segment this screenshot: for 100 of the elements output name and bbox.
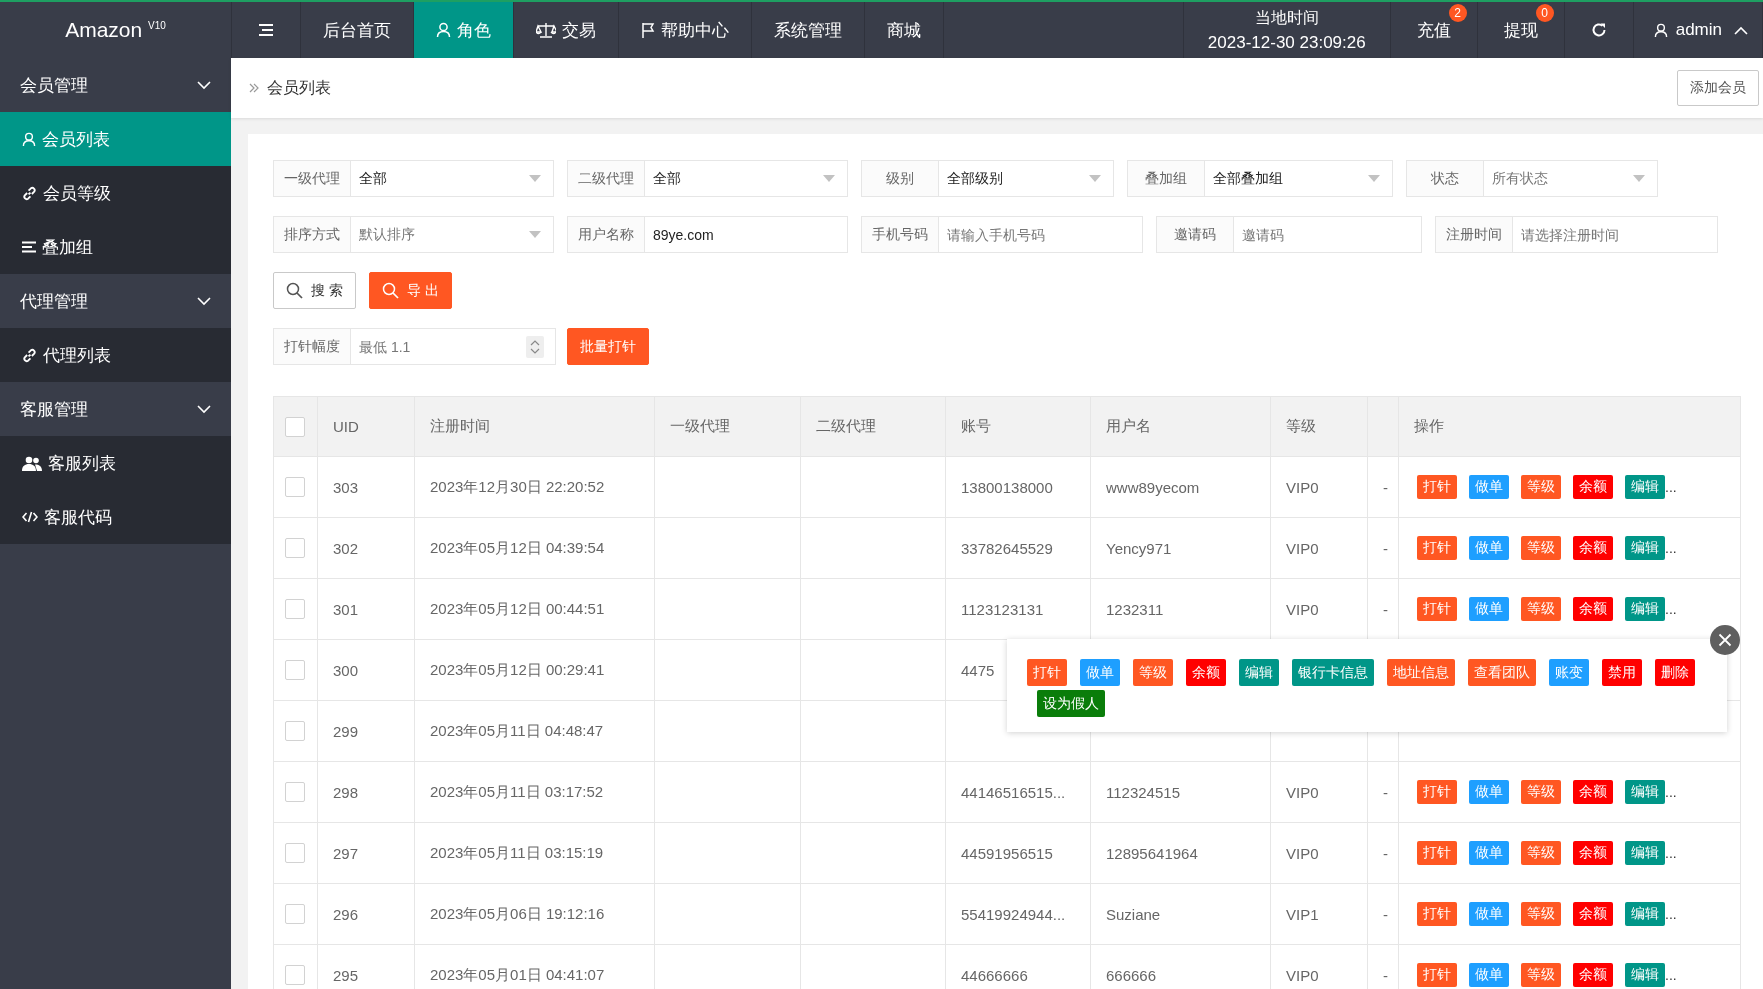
- action-button[interactable]: 设为假人: [1037, 690, 1105, 717]
- action-button[interactable]: 做单: [1469, 475, 1509, 499]
- input-field[interactable]: 89ye.com: [645, 216, 848, 253]
- action-button[interactable]: 余额: [1573, 841, 1613, 865]
- action-button[interactable]: 打针: [1417, 597, 1457, 621]
- action-button[interactable]: 打针: [1417, 780, 1457, 804]
- more-link[interactable]: ...: [1665, 784, 1677, 800]
- nav-tab[interactable]: 角色: [414, 2, 514, 58]
- action-button[interactable]: 编辑: [1625, 475, 1665, 499]
- action-button[interactable]: 余额: [1573, 780, 1613, 804]
- action-button[interactable]: 做单: [1469, 902, 1509, 926]
- select-field[interactable]: 全部叠加组: [1205, 160, 1393, 197]
- checkbox[interactable]: [285, 416, 305, 437]
- action-button[interactable]: 做单: [1469, 536, 1509, 560]
- action-button[interactable]: 打针: [1417, 841, 1457, 865]
- action-button[interactable]: 编辑: [1625, 536, 1665, 560]
- action-button[interactable]: 等级: [1521, 963, 1561, 987]
- action-button[interactable]: 余额: [1573, 597, 1613, 621]
- action-button[interactable]: 编辑: [1625, 841, 1665, 865]
- action-button[interactable]: 余额: [1573, 536, 1613, 560]
- action-button[interactable]: 禁用: [1602, 659, 1642, 686]
- input-field[interactable]: 请选择注册时间: [1513, 216, 1718, 253]
- action-button[interactable]: 做单: [1469, 780, 1509, 804]
- more-link[interactable]: ...: [1665, 967, 1677, 983]
- checkbox[interactable]: [285, 721, 305, 741]
- more-link[interactable]: ...: [1665, 601, 1677, 617]
- action-button[interactable]: 等级: [1521, 780, 1561, 804]
- select-field[interactable]: 默认排序: [351, 216, 554, 253]
- sidebar-item[interactable]: 叠加组: [0, 220, 231, 274]
- action-button[interactable]: 等级: [1521, 475, 1561, 499]
- status-cell: -: [1383, 539, 1388, 557]
- export-button[interactable]: 导 出: [368, 272, 452, 309]
- add-member-button[interactable]: 添加会员: [1677, 70, 1759, 106]
- breadcrumb-current[interactable]: 会员列表: [267, 77, 331, 99]
- batch-button[interactable]: 批量打针: [567, 328, 649, 365]
- action-button[interactable]: 账变: [1549, 659, 1589, 686]
- action-button[interactable]: 余额: [1573, 902, 1613, 926]
- action-button[interactable]: 编辑: [1239, 659, 1279, 686]
- action-button[interactable]: 编辑: [1625, 597, 1665, 621]
- checkbox[interactable]: [285, 538, 305, 558]
- action-button[interactable]: 编辑: [1625, 902, 1665, 926]
- select-field[interactable]: 全部: [351, 160, 554, 197]
- column-header: 等级: [1286, 417, 1316, 436]
- input-field[interactable]: 请输入手机号码: [939, 216, 1143, 253]
- account-cell: 33782645529: [961, 539, 1053, 557]
- action-button[interactable]: 地址信息: [1387, 659, 1455, 686]
- status-cell: -: [1383, 478, 1388, 496]
- checkbox[interactable]: [285, 782, 305, 802]
- column-header: UID: [333, 418, 359, 435]
- action-button[interactable]: 等级: [1521, 536, 1561, 560]
- input-field[interactable]: 邀请码: [1234, 216, 1422, 253]
- action-button[interactable]: 等级: [1521, 597, 1561, 621]
- number-field[interactable]: 最低 1.1: [351, 328, 556, 365]
- checkbox[interactable]: [285, 477, 305, 497]
- person-icon: [22, 131, 36, 147]
- sidebar-item[interactable]: 代理列表: [0, 328, 231, 382]
- action-button[interactable]: 删除: [1655, 659, 1695, 686]
- action-button[interactable]: 打针: [1417, 475, 1457, 499]
- checkbox[interactable]: [285, 965, 305, 985]
- select-field[interactable]: 全部级别: [939, 160, 1114, 197]
- checkbox[interactable]: [285, 843, 305, 863]
- checkbox[interactable]: [285, 599, 305, 619]
- action-button[interactable]: 银行卡信息: [1292, 659, 1374, 686]
- sidebar-item[interactable]: 会员列表: [0, 112, 231, 166]
- action-button[interactable]: 做单: [1469, 597, 1509, 621]
- action-button[interactable]: 编辑: [1625, 780, 1665, 804]
- level-cell: VIP0: [1286, 783, 1319, 801]
- more-link[interactable]: ...: [1665, 479, 1677, 495]
- username-cell: Yency971: [1106, 539, 1172, 557]
- action-button[interactable]: 等级: [1521, 902, 1561, 926]
- select-field[interactable]: 所有状态: [1484, 160, 1658, 197]
- more-link[interactable]: ...: [1665, 906, 1677, 922]
- close-icon[interactable]: [1710, 625, 1740, 655]
- action-button[interactable]: 做单: [1469, 963, 1509, 987]
- action-button[interactable]: 打针: [1027, 659, 1067, 686]
- sidebar-item[interactable]: 会员等级: [0, 166, 231, 220]
- select-field[interactable]: 全部: [645, 160, 848, 197]
- sidebar-item[interactable]: 客服列表: [0, 436, 231, 490]
- more-link[interactable]: ...: [1665, 540, 1677, 556]
- action-button[interactable]: 打针: [1417, 902, 1457, 926]
- level-cell: VIP0: [1286, 600, 1319, 618]
- spinner-arrows-icon[interactable]: [526, 335, 544, 358]
- action-button[interactable]: 打针: [1417, 536, 1457, 560]
- action-button[interactable]: 做单: [1080, 659, 1120, 686]
- action-button[interactable]: 等级: [1521, 841, 1561, 865]
- action-button[interactable]: 查看团队: [1468, 659, 1536, 686]
- action-button[interactable]: 余额: [1186, 659, 1226, 686]
- search-button[interactable]: 搜 索: [273, 272, 356, 309]
- checkbox[interactable]: [285, 904, 305, 924]
- action-button[interactable]: 打针: [1417, 963, 1457, 987]
- sidebar-item[interactable]: 客服代码: [0, 490, 231, 544]
- action-button[interactable]: 做单: [1469, 841, 1509, 865]
- field-label: 排序方式: [273, 216, 351, 253]
- more-link[interactable]: ...: [1665, 845, 1677, 861]
- action-button[interactable]: 编辑: [1625, 963, 1665, 987]
- action-button[interactable]: 余额: [1573, 963, 1613, 987]
- checkbox[interactable]: [285, 660, 305, 680]
- status-cell: -: [1383, 844, 1388, 862]
- action-button[interactable]: 等级: [1133, 659, 1173, 686]
- action-button[interactable]: 余额: [1573, 475, 1613, 499]
